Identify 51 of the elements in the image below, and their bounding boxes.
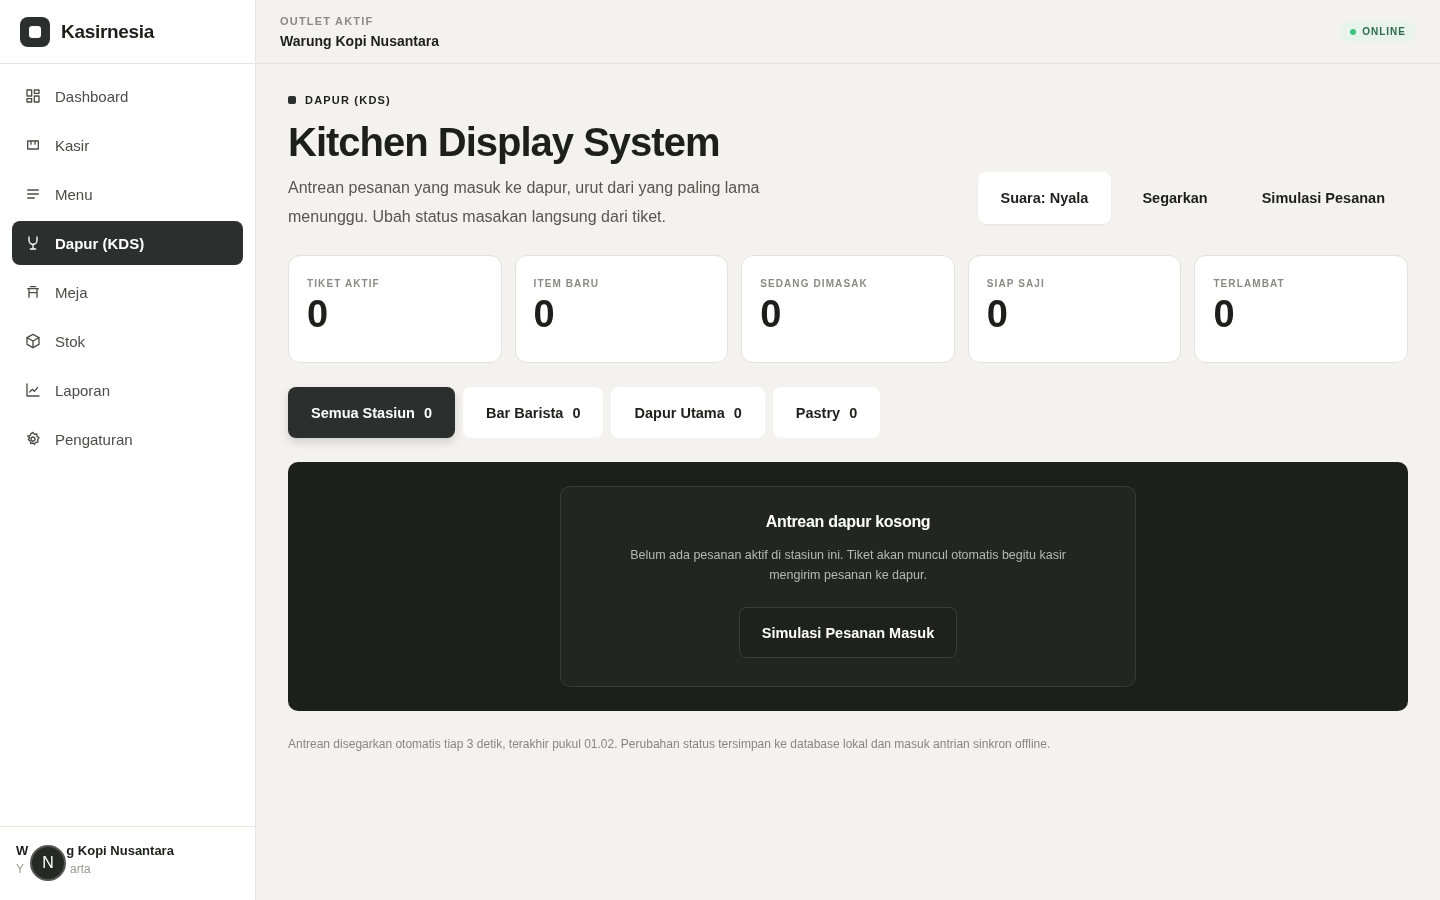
stat-label: SIAP SAJI (986, 278, 1046, 289)
stat-label: ITEM BARU (533, 278, 601, 289)
active-outlet: Warung Kopi Nusantara (280, 32, 439, 49)
sidebar-item[interactable]: Stok (12, 319, 243, 363)
footnote: Antrean disegarkan otomatis tiap 3 detik, terakhir pukul 01.02. Perubahan status tersimpan ke database lokal dan masuk antrian sinkron offline. (288, 737, 1052, 751)
sidebar-item[interactable]: Kasir (12, 123, 243, 167)
action-button[interactable]: Segarkan (1119, 172, 1231, 224)
stat-value: 0 (1213, 295, 1236, 333)
station-tab[interactable]: Semua Stasiun 0 (288, 387, 456, 438)
action-button[interactable]: Suara: Nyala (977, 172, 1112, 224)
empty-title: Antrean dapur kosong (765, 513, 931, 531)
station-tab[interactable]: Dapur Utama 0 (611, 387, 765, 438)
outlet-name: g Kopi Nusantara (66, 843, 174, 858)
menu-icon (25, 186, 41, 202)
action-button[interactable]: Simulasi Pesanan (1238, 172, 1408, 224)
status-text: ONLINE (1362, 26, 1406, 37)
box-icon (25, 333, 41, 349)
simulate-order-button[interactable]: Simulasi Pesanan Masuk (738, 607, 958, 658)
settings-icon (25, 431, 41, 447)
square-icon (288, 96, 296, 104)
sidebar-item[interactable]: Dashboard (12, 74, 243, 118)
stat-value: 0 (986, 295, 1009, 333)
table-icon (25, 284, 41, 300)
sidebar-item[interactable]: Dapur (KDS) (12, 221, 243, 265)
chart-icon (25, 382, 41, 398)
sidebar-item[interactable]: Menu (12, 172, 243, 216)
glass-icon (25, 235, 41, 251)
empty-text: Belum ada pesanan aktif di stasiun ini. Tiket akan muncul otomatis begitu kasir mengirim pesanan ke dapur. (629, 547, 1067, 584)
stat-value: 0 (533, 295, 556, 333)
sidebar-item[interactable]: Pengaturan (12, 417, 243, 461)
station-tab[interactable]: Pastry 0 (772, 387, 881, 438)
sidebar-item[interactable]: Meja (12, 270, 243, 314)
app-logo (20, 16, 50, 47)
sidebar-item[interactable]: Laporan (12, 368, 243, 412)
stat-label: TERLAMBAT (1213, 278, 1286, 289)
outlet-label: OUTLET AKTIF (280, 14, 375, 27)
station-tab[interactable]: Bar Barista 0 (463, 387, 604, 438)
dev-tools-badge[interactable]: N (30, 845, 66, 881)
outlet-city: arta (70, 862, 91, 876)
page-title: Kitchen Display System (288, 120, 721, 165)
stat-value: 0 (760, 295, 783, 333)
brand-name: Kasirnesia (61, 20, 155, 43)
page-description: Antrean pesanan yang masuk ke dapur, urut dari yang paling lama menunggu. Ubah status masakan langsung dari tiket. (288, 178, 761, 227)
stat-label: SEDANG DIMASAK (760, 278, 869, 289)
dashboard-icon (25, 88, 41, 104)
stat-label: TIKET AKTIF (307, 278, 381, 289)
register-icon (25, 137, 41, 153)
outlet-name: W (16, 843, 29, 858)
stat-value: 0 (307, 295, 330, 333)
section-label: DAPUR (KDS) (305, 94, 391, 106)
outlet-city: Y (16, 862, 24, 876)
